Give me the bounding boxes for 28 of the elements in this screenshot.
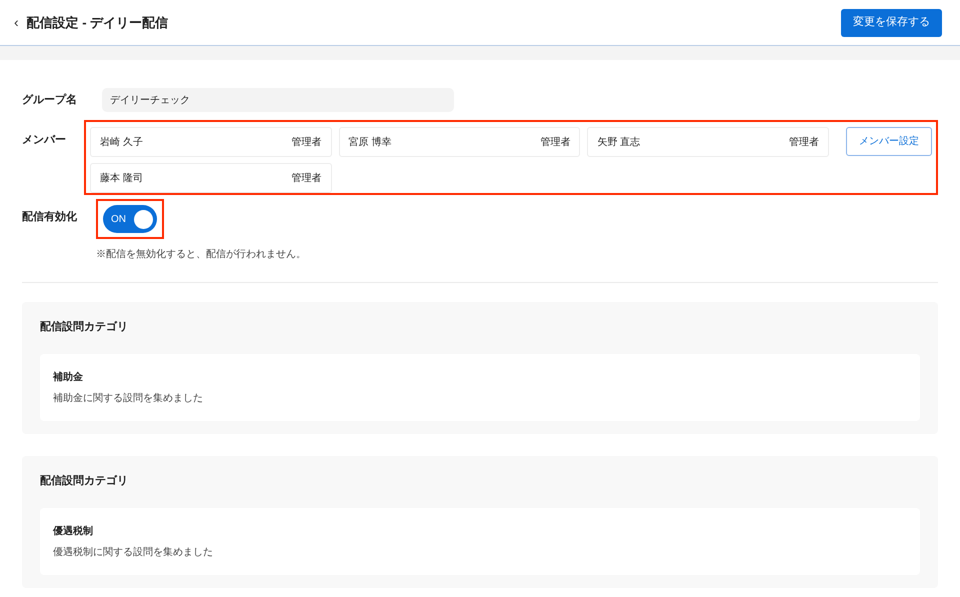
field-label: グループ名 [22,92,78,108]
category-description: 優遇税制に関する設問を集めました [53,546,214,560]
member-name: 宮原 博幸 [348,136,392,150]
member-name: 藤本 隆司 [100,172,143,186]
page-title: 配信設定 - デイリー配信 [26,14,168,32]
member-settings-button[interactable]: メンバー設定 [846,127,932,156]
member-role: 管理者 [540,136,570,150]
toggle-label: ON [110,212,126,226]
category-description: 補助金に関する設問を集めました [53,392,204,406]
category-card[interactable]: 補助金 補助金に関する設問を集めました [40,354,920,420]
category-heading: 配信設問カテゴリ [40,320,129,335]
member-role: 管理者 [292,136,322,150]
save-button[interactable]: 変更を保存する [841,8,942,36]
note-text: ※配信を無効化すると、配信が行われません。 [96,248,306,262]
back-icon[interactable]: ‹ [14,12,19,33]
category-card[interactable]: 優遇税制 優遇税制に関する設問を集めました [40,508,920,574]
member-name: 矢野 直志 [597,136,640,150]
member-role: 管理者 [789,136,819,150]
category-title: 優遇税制 [53,524,94,538]
toggle-knob [134,210,153,228]
category-title: 補助金 [53,370,84,384]
group-name-field[interactable]: デイリーチェック [102,88,454,112]
toggle-switch[interactable]: ON [103,205,157,233]
field-label: 配信有効化 [22,210,78,225]
field-label: メンバー [22,133,67,148]
member-name: 岩崎 久子 [100,136,143,150]
category-heading: 配信設問カテゴリ [40,474,129,489]
member-role: 管理者 [292,172,322,186]
